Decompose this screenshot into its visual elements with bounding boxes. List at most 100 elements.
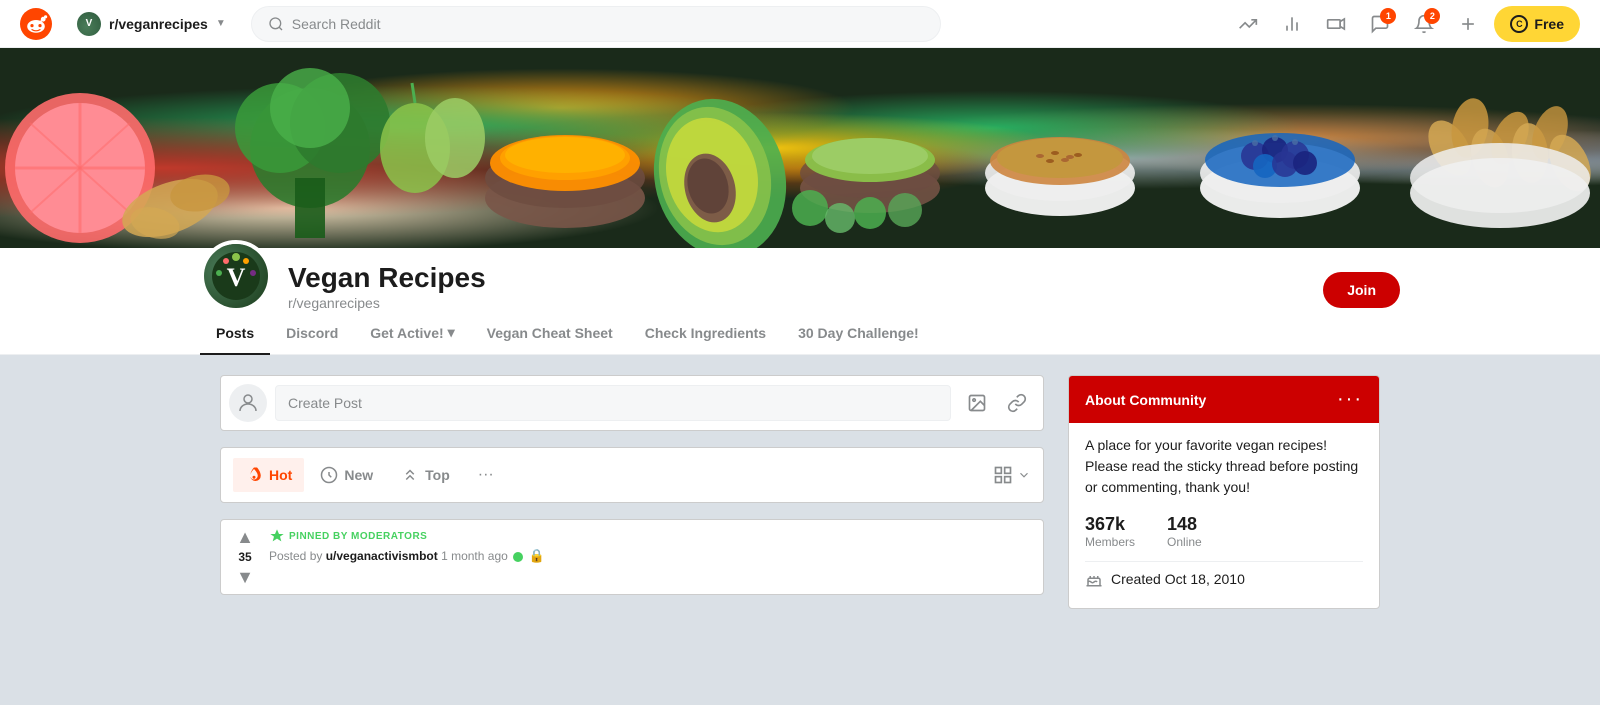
pinned-badge: PINNED BY MODERATORS bbox=[269, 528, 1035, 544]
video-icon-btn[interactable] bbox=[1318, 6, 1354, 42]
members-stat: 367k Members bbox=[1085, 514, 1135, 549]
sort-top-button[interactable]: Top bbox=[389, 458, 462, 492]
trending-icon-btn[interactable] bbox=[1230, 6, 1266, 42]
banner-gradient bbox=[0, 48, 1600, 248]
tab-check-ingredients[interactable]: Check Ingredients bbox=[629, 313, 782, 355]
sort-new-button[interactable]: New bbox=[308, 458, 385, 492]
hot-icon bbox=[245, 466, 263, 484]
members-label: Members bbox=[1085, 535, 1135, 549]
community-handle: r/veganrecipes bbox=[288, 295, 1307, 311]
about-community-card: About Community ··· A place for your fav… bbox=[1068, 375, 1380, 609]
search-icon bbox=[268, 16, 284, 32]
community-info: Vegan Recipes r/veganrecipes bbox=[288, 261, 1307, 311]
reddit-logo-link[interactable] bbox=[20, 8, 52, 40]
user-avatar bbox=[229, 384, 267, 422]
page-content: V Vegan Recipes r/veganrecipes Join P bbox=[0, 48, 1600, 609]
image-icon bbox=[967, 393, 987, 413]
vote-column: ▲ 35 ▼ bbox=[229, 528, 261, 586]
community-avatar: V bbox=[200, 240, 272, 312]
tab-30-day-challenge[interactable]: 30 Day Challenge! bbox=[782, 313, 935, 355]
user-avatar-icon bbox=[236, 391, 260, 415]
chevron-down-icon: ▼ bbox=[216, 18, 226, 29]
chevron-down-icon bbox=[1017, 468, 1031, 482]
svg-text:V: V bbox=[227, 263, 246, 292]
online-value: 148 bbox=[1167, 514, 1202, 535]
link-icon bbox=[1007, 393, 1027, 413]
reddit-logo-icon bbox=[20, 8, 52, 40]
free-button[interactable]: C Free bbox=[1494, 6, 1580, 42]
downvote-button[interactable]: ▼ bbox=[236, 568, 254, 586]
post-content: PINNED BY MODERATORS Posted by u/veganac… bbox=[269, 528, 1035, 586]
post-time: 1 month ago bbox=[441, 549, 511, 563]
navbar: V r/veganrecipes ▼ Search Reddit bbox=[0, 0, 1600, 48]
create-post-icons bbox=[959, 385, 1035, 421]
tab-vegan-cheat-sheet[interactable]: Vegan Cheat Sheet bbox=[471, 313, 629, 355]
trending-icon bbox=[1238, 14, 1258, 34]
subreddit-selector[interactable]: V r/veganrecipes ▼ bbox=[68, 7, 235, 41]
chat-badge: 1 bbox=[1380, 8, 1396, 24]
community-banner bbox=[0, 48, 1600, 248]
chat-icon-btn[interactable]: 1 bbox=[1362, 6, 1398, 42]
video-icon bbox=[1326, 14, 1346, 34]
subreddit-header-inner: V Vegan Recipes r/veganrecipes Join bbox=[200, 248, 1400, 312]
bell-badge: 2 bbox=[1424, 8, 1440, 24]
create-post-input[interactable]: Create Post bbox=[275, 385, 951, 421]
about-body: A place for your favorite vegan recipes!… bbox=[1069, 423, 1379, 608]
about-more-button[interactable]: ··· bbox=[1337, 388, 1363, 411]
top-icon bbox=[401, 466, 419, 484]
main-layout: Create Post bbox=[200, 375, 1400, 609]
subreddit-name: r/veganrecipes bbox=[109, 16, 208, 32]
subreddit-header: V Vegan Recipes r/veganrecipes Join bbox=[0, 248, 1600, 312]
banner-illustration bbox=[0, 48, 1600, 248]
search-bar[interactable]: Search Reddit bbox=[251, 6, 941, 42]
cake-icon bbox=[1085, 570, 1103, 588]
members-value: 367k bbox=[1085, 514, 1135, 535]
sort-hot-button[interactable]: Hot bbox=[233, 458, 304, 492]
search-placeholder: Search Reddit bbox=[292, 16, 381, 32]
view-toggle-button[interactable] bbox=[993, 465, 1031, 485]
create-post-card: Create Post bbox=[220, 375, 1044, 431]
navbar-right: 1 2 C Free bbox=[1230, 6, 1580, 42]
community-avatar-inner: V bbox=[204, 244, 268, 308]
sidebar: About Community ··· A place for your fav… bbox=[1068, 375, 1380, 609]
free-circle-icon: C bbox=[1510, 15, 1528, 33]
sort-more-button[interactable]: ··· bbox=[466, 458, 506, 492]
add-icon-btn[interactable] bbox=[1450, 6, 1486, 42]
created-row: Created Oct 18, 2010 bbox=[1085, 561, 1363, 596]
join-button[interactable]: Join bbox=[1323, 272, 1400, 308]
tab-posts[interactable]: Posts bbox=[200, 313, 270, 355]
community-logo-icon: V bbox=[211, 251, 261, 301]
upvote-button[interactable]: ▲ bbox=[236, 528, 254, 546]
free-button-label: Free bbox=[1534, 16, 1564, 32]
link-button[interactable] bbox=[999, 385, 1035, 421]
tab-get-active[interactable]: Get Active! ▾ bbox=[354, 312, 470, 355]
tabs-bar: Posts Discord Get Active! ▾ Vegan Cheat … bbox=[0, 312, 1600, 355]
tabs-inner: Posts Discord Get Active! ▾ Vegan Cheat … bbox=[200, 312, 1400, 354]
main-feed: Create Post bbox=[220, 375, 1044, 609]
post-indicator-lock: 🔒 bbox=[528, 548, 544, 563]
sort-bar: Hot New Top ··· bbox=[220, 447, 1044, 503]
tab-discord[interactable]: Discord bbox=[270, 313, 354, 355]
post-indicator-green bbox=[513, 552, 523, 562]
stats-icon-btn[interactable] bbox=[1274, 6, 1310, 42]
community-title: Vegan Recipes bbox=[288, 261, 1307, 295]
post-author[interactable]: u/veganactivismbot bbox=[326, 549, 438, 563]
vote-count: 35 bbox=[238, 550, 251, 564]
view-toggle-icon bbox=[993, 465, 1013, 485]
post-author-meta: Posted by bbox=[269, 549, 326, 563]
image-upload-button[interactable] bbox=[959, 385, 995, 421]
add-icon bbox=[1458, 14, 1478, 34]
bell-icon-btn[interactable]: 2 bbox=[1406, 6, 1442, 42]
new-icon bbox=[320, 466, 338, 484]
pin-icon bbox=[269, 528, 285, 544]
online-label: Online bbox=[1167, 535, 1202, 549]
about-title: About Community bbox=[1085, 392, 1206, 408]
online-stat: 148 Online bbox=[1167, 514, 1202, 549]
stats-row: 367k Members 148 Online bbox=[1085, 514, 1363, 549]
stats-icon bbox=[1282, 14, 1302, 34]
about-header: About Community ··· bbox=[1069, 376, 1379, 423]
created-text: Created Oct 18, 2010 bbox=[1111, 571, 1245, 587]
subreddit-icon: V bbox=[77, 12, 101, 36]
chevron-down-icon: ▾ bbox=[448, 324, 455, 341]
about-description: A place for your favorite vegan recipes!… bbox=[1085, 435, 1363, 498]
